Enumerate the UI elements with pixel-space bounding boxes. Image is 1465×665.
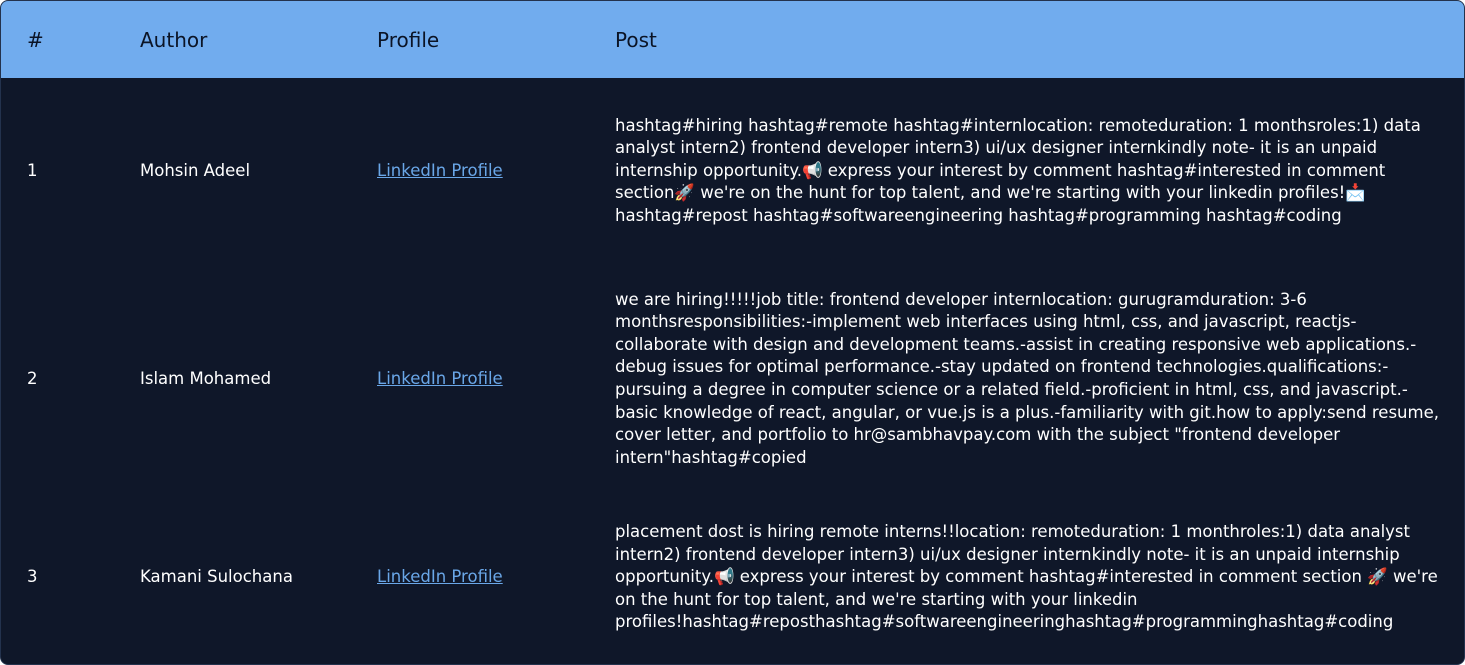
linkedin-profile-link[interactable]: LinkedIn Profile [377,161,503,180]
header-number: # [27,27,44,52]
profile-cell: LinkedIn Profile [377,78,615,264]
author-name: Islam Mohamed [140,368,272,388]
table-row: 2 Islam Mohamed LinkedIn Profile we are … [1,264,1464,494]
row-number: 1 [27,160,38,180]
post-text: placement dost is hiring remote interns!… [615,522,1438,632]
table-header: # Author Profile Post [1,1,1464,78]
post-cell: we are hiring!!!!!job title: frontend de… [615,264,1464,494]
table-row: 1 Mohsin Adeel LinkedIn Profile hashtag#… [1,78,1464,264]
row-number: 3 [27,567,38,587]
posts-table-container: # Author Profile Post 1 Mohsin Adeel Lin… [0,0,1465,665]
profile-cell: LinkedIn Profile [377,494,615,661]
table-header-row: # Author Profile Post [1,1,1464,78]
post-cell: placement dost is hiring remote interns!… [615,494,1464,661]
post-text: we are hiring!!!!!job title: frontend de… [615,289,1439,467]
posts-table: # Author Profile Post 1 Mohsin Adeel Lin… [1,1,1464,661]
table-row: 3 Kamani Sulochana LinkedIn Profile plac… [1,494,1464,661]
author-name: Kamani Sulochana [140,567,293,587]
linkedin-profile-link[interactable]: LinkedIn Profile [377,567,503,586]
author-name: Mohsin Adeel [140,160,251,180]
post-text: hashtag#hiring hashtag#remote hashtag#in… [615,115,1421,225]
header-profile: Profile [377,27,440,52]
header-author: Author [140,27,208,52]
row-number: 2 [27,368,38,388]
table-body: 1 Mohsin Adeel LinkedIn Profile hashtag#… [1,78,1464,661]
linkedin-profile-link[interactable]: LinkedIn Profile [377,369,503,388]
header-post: Post [615,27,657,52]
post-cell: hashtag#hiring hashtag#remote hashtag#in… [615,78,1464,264]
profile-cell: LinkedIn Profile [377,264,615,494]
